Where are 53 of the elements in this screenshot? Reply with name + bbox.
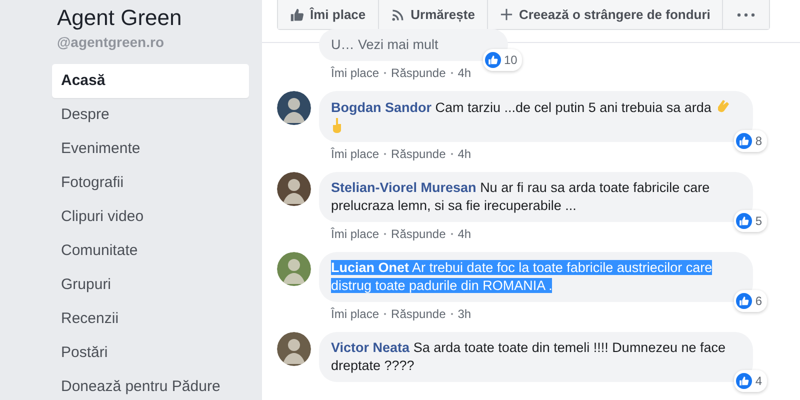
page-name: Agent Green [57, 4, 182, 32]
sidebar-item[interactable]: Clipuri video [52, 200, 249, 234]
sidebar-item[interactable]: Comunitate [52, 234, 249, 268]
plus-icon [500, 8, 513, 21]
like-count[interactable]: 6 [734, 290, 767, 312]
sidebar-item[interactable]: Fotografii [52, 166, 249, 200]
sidebar-item[interactable]: Evenimente [52, 132, 249, 166]
comment-text: Lucian Onet Ar trebui date foc la toate fabricile austriecilor care distrug toate padurile din ROMANIA . [331, 259, 714, 295]
page-action-button[interactable]: Îmi place [278, 0, 379, 29]
thumbs-up-icon [739, 136, 750, 146]
comment-time: 3h [458, 307, 472, 321]
thumbs-up-icon [488, 55, 498, 65]
avatar[interactable] [277, 91, 311, 125]
like-count[interactable]: 4 [734, 370, 767, 392]
sidebar-item[interactable]: Despre [52, 98, 249, 132]
like-link[interactable]: Îmi place [331, 307, 380, 321]
like-count[interactable]: 8 [734, 130, 767, 152]
reply-link[interactable]: Răspunde [391, 147, 446, 161]
avatar[interactable] [277, 252, 311, 286]
comment-text: Stelian-Viorel Muresan Nu ar fi rau sa arda toate fabricile care prelucraza lemn, si sa fie irecuperabile ... [331, 179, 711, 215]
more-icon [737, 12, 756, 16]
see-more-link[interactable]: Vezi mai mult [358, 37, 438, 52]
sidebar-item[interactable]: Donează pentru Pădure [52, 370, 249, 400]
rss-icon [390, 8, 405, 22]
like-count[interactable]: 10 [482, 49, 522, 71]
like-count[interactable]: 5 [734, 210, 767, 232]
sidebar-item[interactable]: Grupuri [52, 268, 249, 302]
thumbs-up-icon [290, 8, 304, 22]
like-link[interactable]: Îmi place [331, 147, 380, 161]
hand-icon [331, 117, 343, 133]
thumbs-up-icon [739, 216, 750, 226]
comment-author[interactable]: Victor Neata [331, 340, 410, 355]
avatar[interactable] [277, 332, 311, 366]
like-link[interactable]: Îmi place [331, 66, 380, 80]
page-handle: @agentgreen.ro [57, 34, 164, 50]
comment-author[interactable]: Lucian Onet [331, 260, 410, 275]
reply-link[interactable]: Răspunde [391, 227, 446, 241]
reply-link[interactable]: Răspunde [391, 66, 446, 80]
comment-time: 4h [458, 66, 472, 80]
comment-text: Victor Neata Sa arda toate toate din temeli !!!! Dumnezeu ne face dreptate ???? [331, 339, 726, 375]
comment-time: 4h [458, 147, 472, 161]
sidebar-item[interactable]: Acasă [52, 64, 249, 98]
thumbs-up-icon [739, 376, 750, 386]
comment-author[interactable]: Bogdan Sandor [331, 100, 432, 115]
sidebar-item[interactable]: Postări [52, 336, 249, 370]
comment-text: U… [331, 37, 354, 52]
comment-author[interactable]: Stelian-Viorel Muresan [331, 180, 476, 195]
like-link[interactable]: Îmi place [331, 227, 380, 241]
sidebar-item[interactable]: Recenzii [52, 302, 249, 336]
reply-link[interactable]: Răspunde [391, 307, 446, 321]
avatar[interactable] [277, 172, 311, 206]
thumbs-up-icon [739, 296, 750, 306]
comment-time: 4h [458, 227, 472, 241]
